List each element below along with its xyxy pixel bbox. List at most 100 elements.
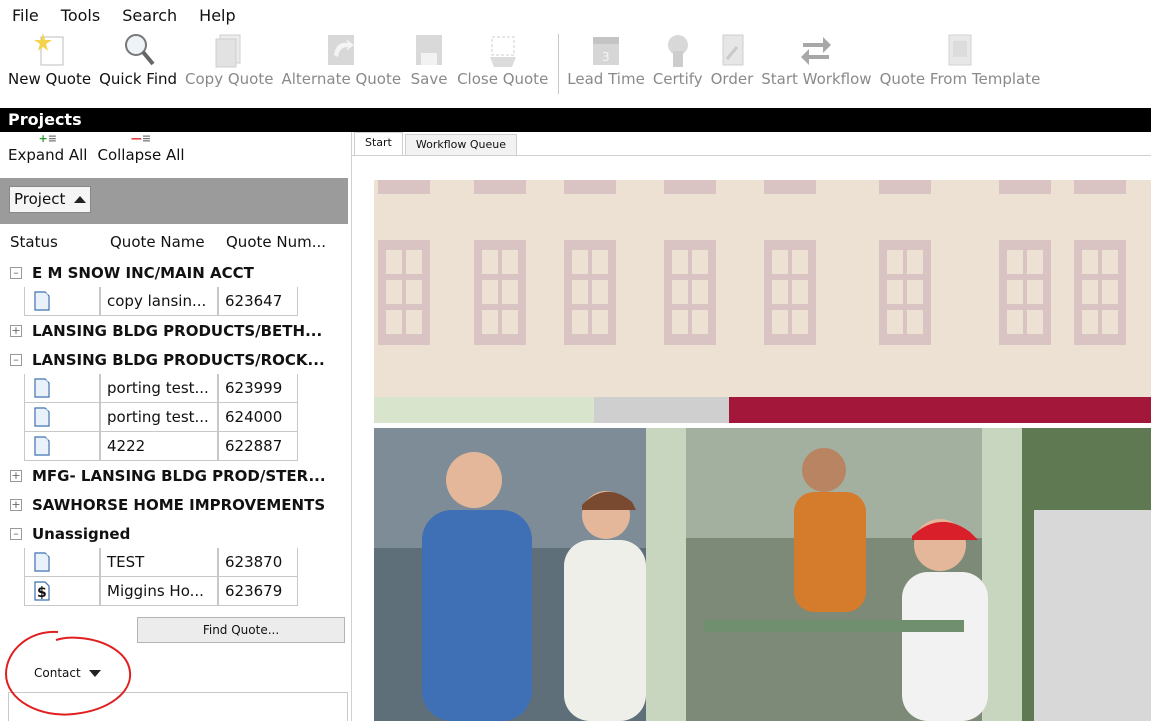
alternate-quote-button[interactable]: Alternate Quote (279, 30, 403, 88)
start-workflow-label: Start Workflow (761, 70, 872, 88)
quote-row[interactable]: 4222 622887 (0, 432, 348, 461)
calendar-icon: 3 (586, 30, 626, 70)
column-quote-number[interactable]: Quote Num... (226, 233, 326, 251)
expand-collapse-bar: +≡ Expand All —≡ Collapse All (0, 132, 352, 178)
column-headers: Status Quote Name Quote Num... (0, 228, 348, 256)
alternate-quote-label: Alternate Quote (281, 70, 402, 88)
banner-window (879, 240, 931, 345)
banner-window (664, 180, 716, 194)
menu-help[interactable]: Help (199, 6, 235, 25)
group-by-area: Project (0, 178, 348, 224)
expand-all-icon: +≡ (38, 132, 57, 145)
tree-group[interactable]: – Unassigned (0, 519, 348, 548)
status-cell: $ (24, 577, 100, 606)
template-icon (940, 30, 980, 70)
quote-number-cell: 623647 (218, 287, 298, 316)
menu-file[interactable]: File (12, 6, 39, 25)
collapse-toggle-icon[interactable]: – (10, 353, 22, 366)
document-icon (33, 436, 51, 460)
quote-row[interactable]: TEST 623870 (0, 548, 348, 577)
document-icon (33, 407, 51, 431)
expand-all-label: Expand All (8, 146, 88, 164)
quote-number-cell: 624000 (218, 403, 298, 432)
banner-window (764, 240, 816, 345)
quote-row[interactable]: porting test... 623999 (0, 374, 348, 403)
tree-group[interactable]: + MFG- LANSING BLDG PROD/STER... (0, 461, 348, 490)
tree-group[interactable]: – E M SNOW INC/MAIN ACCT (0, 258, 348, 287)
banner-window (999, 180, 1051, 194)
tree-group[interactable]: – LANSING BLDG PRODUCTS/ROCK... (0, 345, 348, 374)
order-document-icon (712, 30, 752, 70)
banner-window (474, 180, 526, 194)
tree-group[interactable]: + LANSING BLDG PRODUCTS/BETH... (0, 316, 348, 345)
tab-workflow-queue[interactable]: Workflow Queue (404, 134, 518, 155)
find-quote-button[interactable]: Find Quote... (137, 617, 345, 643)
menu-tools[interactable]: Tools (61, 6, 100, 25)
certificate-icon (658, 30, 698, 70)
sort-up-icon (74, 196, 87, 203)
new-quote-button[interactable]: New Quote (6, 30, 93, 88)
projects-panel: +≡ Expand All —≡ Collapse All Project St… (0, 132, 352, 721)
save-button[interactable]: Save (407, 30, 451, 88)
quote-number-cell: 623870 (218, 548, 298, 577)
tree-group[interactable]: + SAWHORSE HOME IMPROVEMENTS (0, 490, 348, 519)
menu-bar: File Tools Search Help (0, 0, 1151, 30)
new-quote-label: New Quote (8, 70, 92, 88)
start-page (352, 156, 1151, 721)
expand-toggle-icon[interactable]: + (10, 498, 22, 511)
lead-time-button[interactable]: 3 Lead Time (565, 30, 647, 88)
quote-number-cell: 622887 (218, 432, 298, 461)
banner-window (999, 240, 1051, 345)
collapse-toggle-icon[interactable]: – (10, 527, 22, 540)
tab-start[interactable]: Start (354, 132, 403, 155)
group-by-project-dropdown[interactable]: Project (9, 186, 91, 213)
banner-graphic (374, 180, 1151, 721)
tab-bar: Start Workflow Queue (352, 132, 1151, 156)
banner-window (664, 240, 716, 345)
copy-quote-button[interactable]: Copy Quote (183, 30, 275, 88)
quote-row[interactable]: porting test... 624000 (0, 403, 348, 432)
document-icon (33, 552, 51, 576)
quick-find-label: Quick Find (99, 70, 178, 88)
menu-search[interactable]: Search (122, 6, 177, 25)
banner-window (879, 180, 931, 194)
tree-group-label: SAWHORSE HOME IMPROVEMENTS (32, 495, 326, 514)
quote-number-cell: 623679 (218, 577, 298, 606)
start-workflow-button[interactable]: Start Workflow (759, 30, 873, 88)
order-label: Order (710, 70, 754, 88)
tree-group-label: E M SNOW INC/MAIN ACCT (32, 263, 254, 282)
lead-time-label: Lead Time (567, 70, 645, 88)
quote-name-cell: porting test... (100, 403, 218, 432)
collapse-toggle-icon[interactable]: – (10, 266, 22, 279)
quote-row[interactable]: $ Miggins Ho... 623679 (0, 577, 348, 606)
quote-from-template-button[interactable]: Quote From Template (878, 30, 1043, 88)
quote-number-cell: 623999 (218, 374, 298, 403)
expand-all-button[interactable]: +≡ Expand All (8, 132, 87, 178)
quote-row[interactable]: copy lansin... 623647 (0, 287, 348, 316)
tree-group-label: LANSING BLDG PRODUCTS/BETH... (32, 321, 323, 340)
quote-name-cell: 4222 (100, 432, 218, 461)
svg-text:$: $ (37, 585, 47, 601)
quote-name-cell: TEST (100, 548, 218, 577)
column-quote-name[interactable]: Quote Name (110, 233, 205, 251)
banner-window (378, 240, 430, 345)
column-status[interactable]: Status (10, 233, 58, 251)
status-cell (24, 432, 100, 461)
status-cell (24, 548, 100, 577)
tree-group-label: LANSING BLDG PRODUCTS/ROCK... (32, 350, 325, 369)
alternate-arrow-icon (321, 30, 361, 70)
banner-window (1074, 180, 1126, 194)
banner-window (564, 240, 616, 345)
collapse-all-button[interactable]: —≡ Collapse All (97, 132, 184, 178)
order-button[interactable]: Order (709, 30, 756, 88)
close-quote-button[interactable]: Close Quote (455, 30, 550, 88)
certify-button[interactable]: Certify (651, 30, 705, 88)
expand-toggle-icon[interactable]: + (10, 324, 22, 337)
expand-toggle-icon[interactable]: + (10, 469, 22, 482)
quick-find-button[interactable]: Quick Find (97, 30, 179, 88)
floppy-disk-icon (409, 30, 449, 70)
close-document-icon (483, 30, 523, 70)
copy-quote-label: Copy Quote (185, 70, 274, 88)
banner-window (564, 180, 616, 194)
red-circle-annotation (4, 630, 132, 716)
